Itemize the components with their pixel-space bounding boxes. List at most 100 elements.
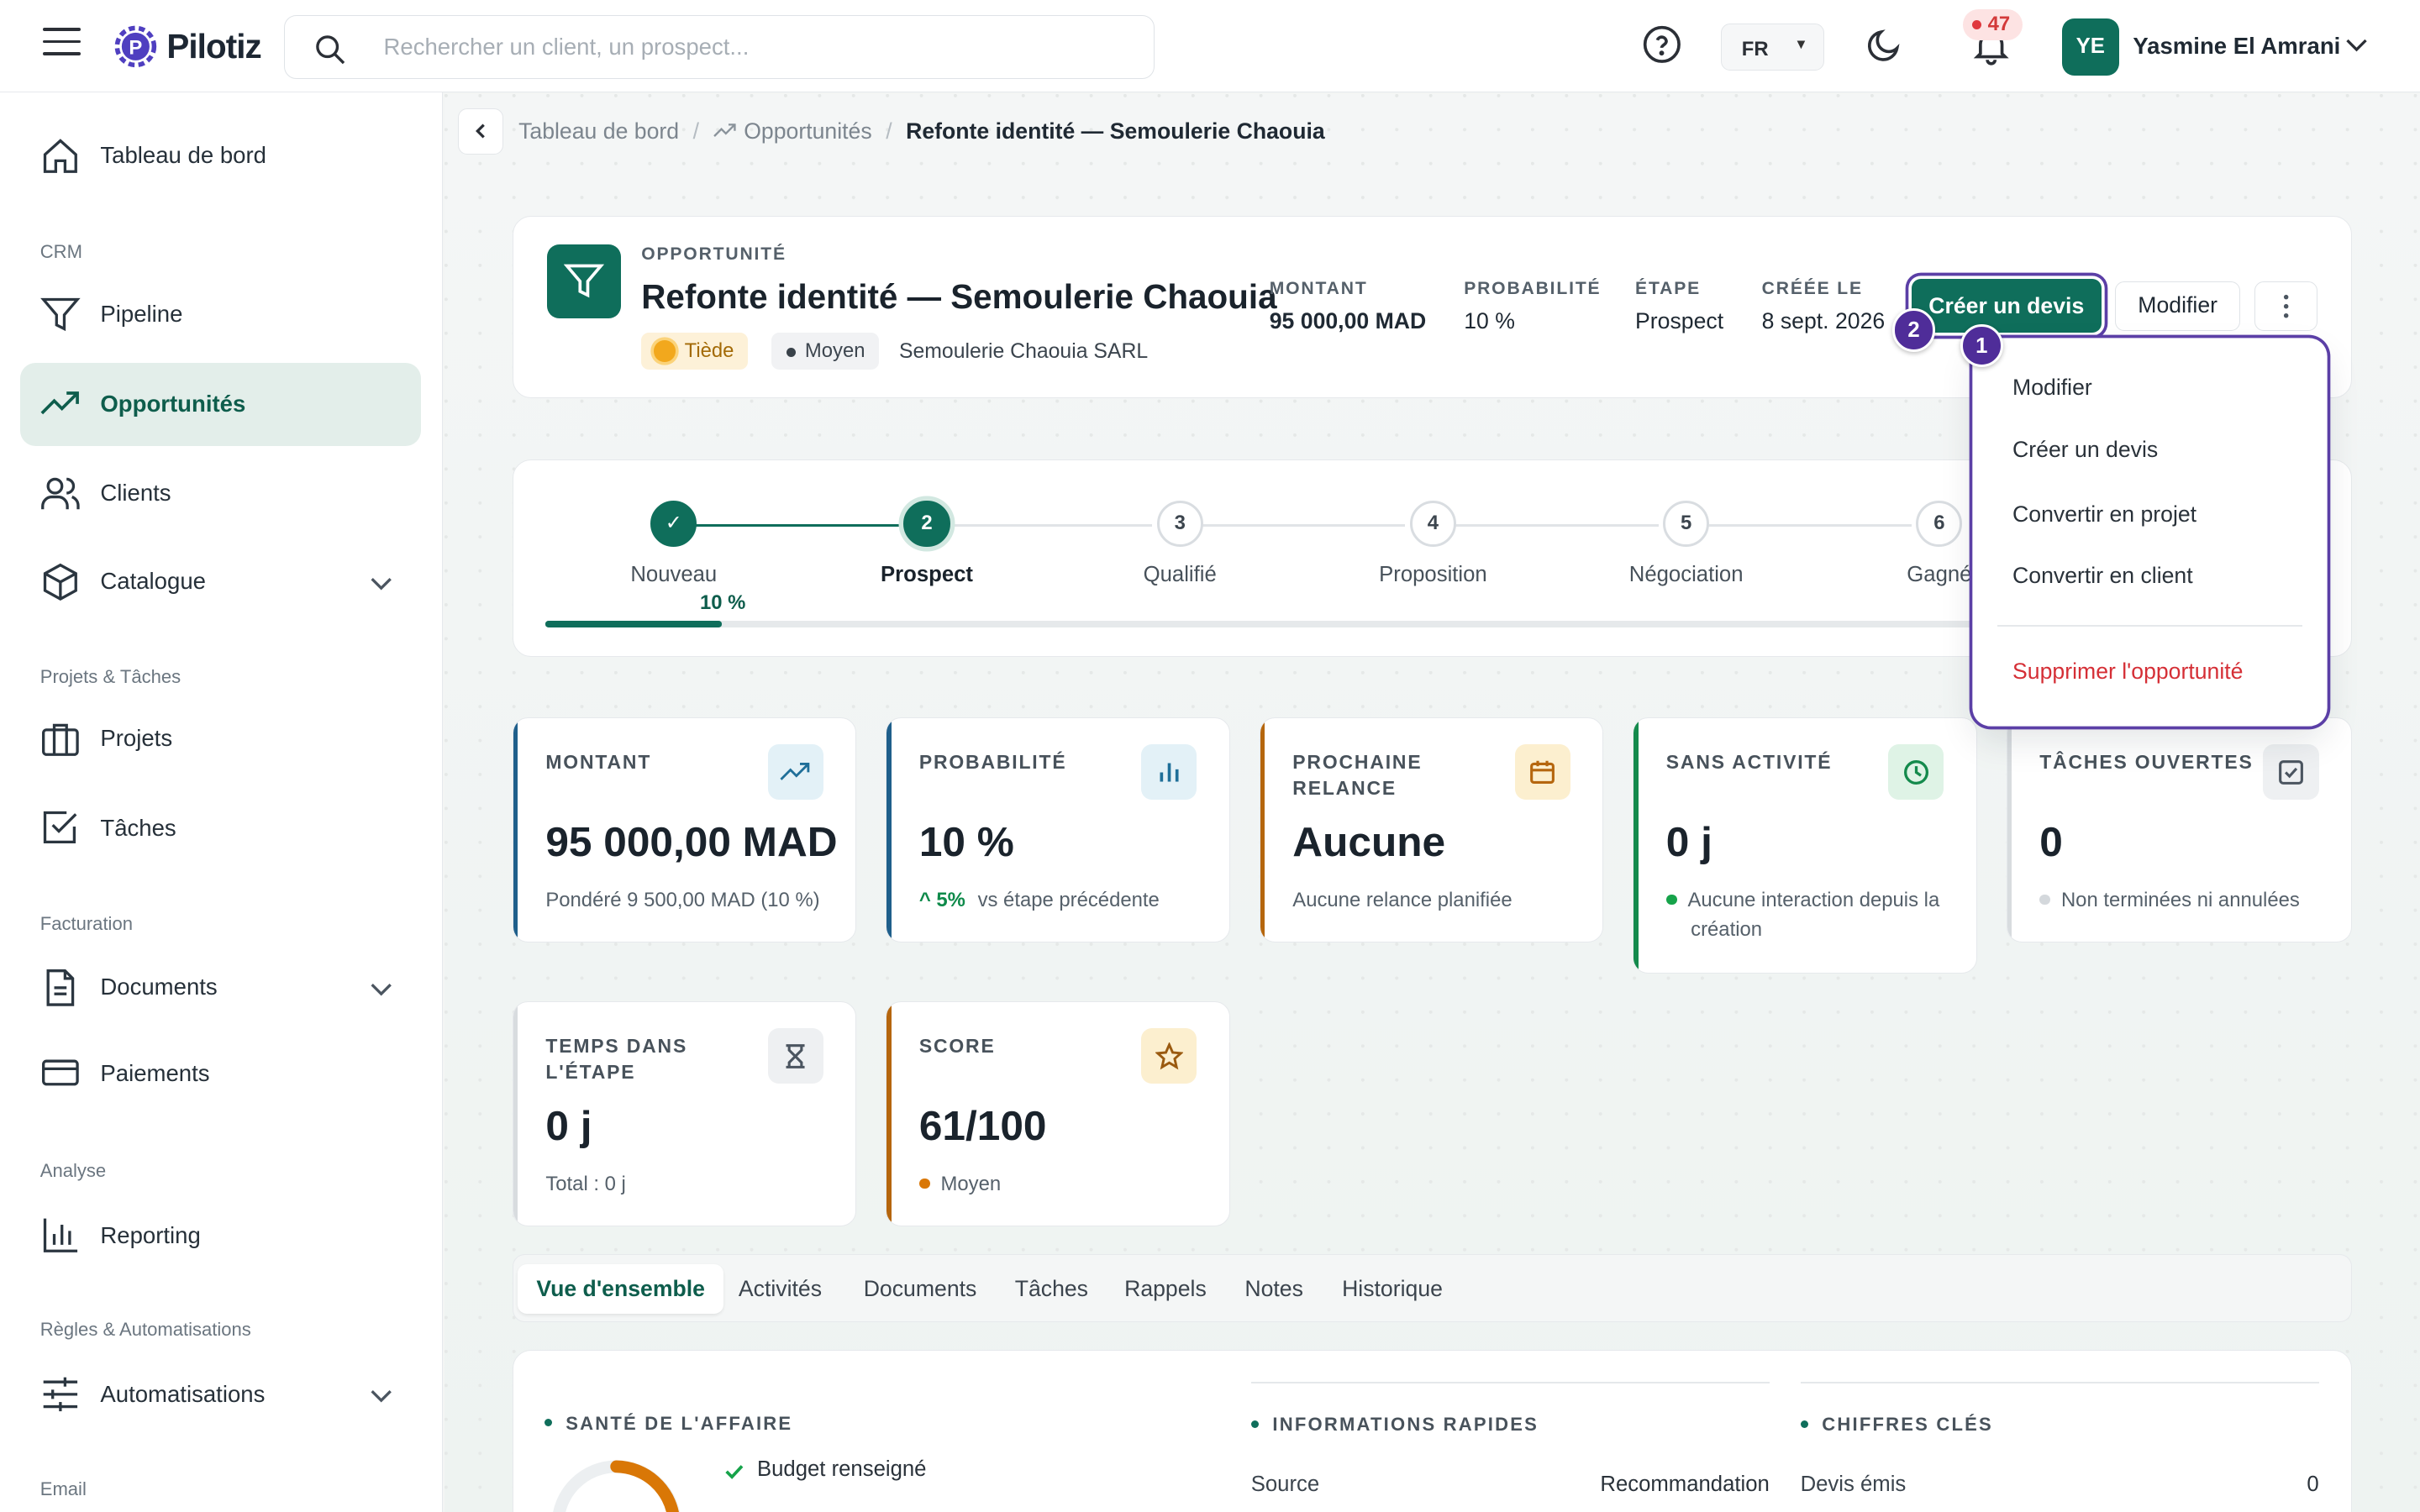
- step-label: Nouveau: [630, 562, 718, 586]
- kpi-sub: Non terminées ni annulées: [2060, 889, 2300, 912]
- kpi-sub-row: ^ 5% vs étape précédente: [919, 886, 1213, 916]
- svg-text:P: P: [129, 36, 143, 59]
- page-title: Refonte identité — Semoulerie Chaouia: [641, 276, 1277, 316]
- trending-up-icon: [713, 123, 736, 138]
- breadcrumb-separator: /: [886, 118, 892, 144]
- logo-mark-icon: P: [114, 25, 157, 67]
- sidebar-item-projects[interactable]: Projets: [20, 697, 422, 780]
- section-label-email: Email: [39, 1478, 87, 1499]
- divider: [1800, 1381, 2319, 1383]
- sidebar-item-dashboard[interactable]: Tableau de bord: [20, 114, 422, 197]
- sidebar-item-automations[interactable]: Automatisations: [20, 1353, 422, 1436]
- meta-value: Prospect: [1635, 307, 1724, 333]
- chevron-down-icon: [371, 577, 392, 591]
- checkbox-icon: [43, 811, 77, 844]
- sidebar-item-pipeline[interactable]: Pipeline: [20, 273, 422, 356]
- meta-label: MONTANT: [1269, 278, 1368, 298]
- pipeline-step-proposal[interactable]: 4 Proposition: [1340, 501, 1525, 586]
- section-title-health: SANTÉ DE L'AFFAIRE: [544, 1413, 793, 1435]
- chevron-down-icon[interactable]: [2343, 31, 2370, 59]
- kpi-sub-row: Non terminées ni annulées: [2039, 886, 2333, 916]
- sidebar-item-label: Reporting: [100, 1221, 201, 1248]
- document-icon: [46, 969, 74, 1006]
- tab-activities[interactable]: Activités: [720, 1264, 840, 1314]
- search-box[interactable]: [283, 15, 1155, 79]
- info-value: Recommandation: [1600, 1473, 1770, 1497]
- menu-item-convert-project[interactable]: Convertir en projet: [2012, 501, 2196, 528]
- menu-icon[interactable]: [43, 28, 81, 61]
- kpi-value: 0 j: [545, 1101, 592, 1149]
- tab-notes[interactable]: Notes: [1226, 1264, 1322, 1314]
- pipeline-step-prospect[interactable]: 2 Prospect: [834, 501, 1019, 586]
- edit-button[interactable]: Modifier: [2115, 281, 2241, 332]
- kpi-value: 0: [2039, 817, 2063, 865]
- search-input[interactable]: [383, 29, 1109, 66]
- tab-documents[interactable]: Documents: [845, 1264, 996, 1314]
- progress-percent: 10 %: [700, 591, 746, 615]
- help-icon[interactable]: [1642, 24, 1682, 65]
- menu-item-convert-client[interactable]: Convertir en client: [2012, 563, 2193, 589]
- meta-value: 8 sept. 2026: [1761, 307, 1886, 333]
- meta-created: CRÉÉE LE 8 sept. 2026: [1762, 279, 1886, 334]
- kpi-sub: Pondéré 9 500,00 MAD (10 %): [545, 889, 820, 912]
- language-select[interactable]: FR ▼: [1720, 23, 1824, 71]
- sun-icon: [653, 340, 676, 362]
- kpi-label: PROBABILITÉ: [918, 750, 1067, 773]
- menu-divider: [1996, 624, 2303, 627]
- tab-history[interactable]: Historique: [1323, 1264, 1461, 1314]
- breadcrumb-home[interactable]: Tableau de bord: [518, 118, 679, 144]
- menu-item-edit[interactable]: Modifier: [2012, 375, 2092, 401]
- notification-badge[interactable]: 47: [1963, 9, 2023, 40]
- tab-tasks[interactable]: Tâches: [997, 1264, 1107, 1314]
- pipeline-step-qualified[interactable]: 3 Qualifié: [1087, 501, 1272, 586]
- sidebar-item-clients[interactable]: Clients: [20, 452, 422, 535]
- temperature-label: Tiède: [684, 339, 734, 362]
- breadcrumb-opportunities[interactable]: Opportunités: [744, 118, 871, 144]
- logo[interactable]: P Pilotiz: [111, 22, 262, 71]
- kpi-accent: [1260, 718, 1265, 942]
- kpi-sub: Moyen: [940, 1173, 1002, 1196]
- meta-label: CRÉÉE LE: [1761, 278, 1863, 298]
- kpi-accent: [2007, 718, 2012, 942]
- sidebar-item-catalog[interactable]: Catalogue: [20, 540, 422, 623]
- back-button[interactable]: [458, 108, 503, 155]
- meta-amount: MONTANT 95 000,00 MAD: [1270, 279, 1426, 334]
- briefcase-icon: [41, 723, 79, 756]
- dark-mode-icon[interactable]: [1865, 24, 1905, 65]
- meta-stage: ÉTAPE Prospect: [1635, 279, 1723, 334]
- divider: [1250, 1381, 1770, 1383]
- check-icon: [724, 1464, 743, 1479]
- pipeline-step-new[interactable]: ✓ Nouveau: [581, 501, 766, 586]
- kpi-value: 0 j: [1665, 817, 1712, 865]
- sidebar-item-payments[interactable]: Paiements: [20, 1032, 422, 1116]
- kpi-value: 95 000,00 MAD: [545, 817, 838, 865]
- menu-item-delete[interactable]: Supprimer l'opportunité: [2012, 659, 2243, 685]
- company-name[interactable]: Semoulerie Chaouia SARL: [899, 340, 1148, 364]
- kpi-label: TEMPS DANS L'ÉTAPE: [545, 1034, 688, 1083]
- more-actions-button[interactable]: [2254, 281, 2317, 332]
- kpi-accent: [1634, 718, 1639, 973]
- sidebar-item-reporting[interactable]: Reporting: [20, 1194, 422, 1278]
- pipeline-step-negotiation[interactable]: 5 Négociation: [1593, 501, 1778, 586]
- step-number: 5: [1663, 501, 1710, 548]
- tab-reminders[interactable]: Rappels: [1106, 1264, 1225, 1314]
- meta-label: ÉTAPE: [1635, 278, 1702, 298]
- sidebar-item-documents[interactable]: Documents: [20, 946, 422, 1029]
- actions-menu: Modifier Créer un devis Convertir en pro…: [1975, 340, 2325, 724]
- section-label-analysis: Analyse: [39, 1160, 107, 1182]
- meta-value: 10 %: [1464, 307, 1515, 333]
- menu-item-create-quote[interactable]: Créer un devis: [2012, 437, 2158, 463]
- sidebar: Tableau de bord CRM Pipeline Opportunité…: [0, 92, 444, 1512]
- filter-icon: [547, 244, 622, 319]
- chevron-down-icon: [371, 983, 392, 996]
- create-quote-button[interactable]: Créer un devis: [1911, 278, 2102, 333]
- avatar[interactable]: YE: [2061, 18, 2119, 76]
- sidebar-item-opportunities[interactable]: Opportunités: [19, 362, 422, 446]
- kpi-accent: [886, 718, 892, 942]
- home-icon: [43, 138, 77, 173]
- sidebar-item-tasks[interactable]: Tâches: [20, 787, 422, 870]
- header-kicker: OPPORTUNITÉ: [641, 244, 786, 265]
- tab-overview[interactable]: Vue d'ensemble: [518, 1264, 724, 1315]
- user-name[interactable]: Yasmine El Amrani: [2133, 33, 2340, 60]
- kpi-inactivity: SANS ACTIVITÉ 0 j Aucune interaction dep…: [1633, 717, 1977, 974]
